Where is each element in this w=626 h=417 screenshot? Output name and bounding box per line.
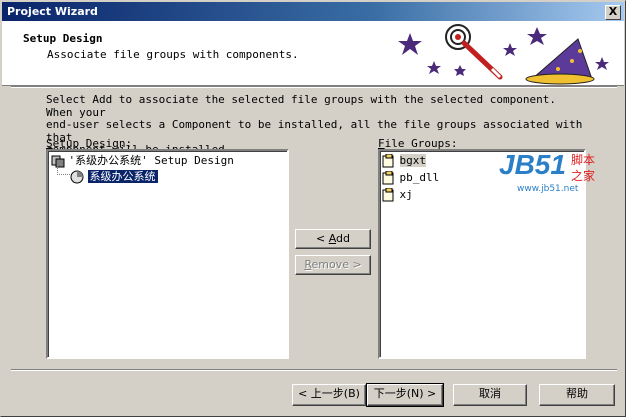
tree-root-item[interactable]: '系级办公系统' Setup Design	[51, 153, 234, 168]
setup-design-tree[interactable]: '系级办公系统' Setup Design 系级办公系统	[46, 149, 289, 359]
next-button[interactable]: 下一步(N) >	[366, 383, 444, 407]
add-button[interactable]: < Add	[295, 229, 371, 249]
cancel-button[interactable]: 取消	[453, 384, 527, 406]
page-subtitle: Associate file groups with components.	[47, 48, 299, 61]
project-wizard-window: Project Wizard X Setup Design Associate …	[0, 0, 626, 417]
page-title: Setup Design	[23, 32, 103, 45]
star-icon	[527, 27, 547, 45]
tree-connector	[57, 166, 70, 175]
file-group-item[interactable]: bgxt	[382, 153, 426, 168]
tree-component-label: 系级办公系统	[87, 170, 158, 183]
wizard-hat-art	[398, 24, 609, 85]
watermark-cn-bottom: 之家	[571, 169, 596, 183]
help-button[interactable]: 帮助	[539, 384, 615, 406]
tree-component-item[interactable]: 系级办公系统	[70, 169, 158, 184]
file-group-icon	[382, 171, 394, 185]
close-icon: X	[608, 5, 618, 18]
remove-button[interactable]: Remove >	[295, 255, 371, 275]
separator	[11, 86, 617, 88]
component-icon	[70, 170, 84, 184]
star-icon	[595, 57, 609, 70]
window-title: Project Wizard	[7, 5, 98, 18]
watermark-url: www.jb51.net	[517, 184, 579, 194]
file-group-item[interactable]: xj	[382, 187, 413, 202]
star-icon	[503, 43, 517, 56]
file-group-icon	[382, 188, 394, 202]
watermark-logo: JB51 脚本 之家 www.jb51.net	[499, 149, 609, 197]
file-group-icon	[382, 154, 394, 168]
instructions-line: Select Add to associate the selected fil…	[46, 93, 556, 119]
star-icon	[398, 33, 422, 55]
wizard-header: Setup Design Associate file groups with …	[2, 21, 624, 86]
separator	[11, 369, 617, 371]
watermark-brand: JB51	[499, 149, 566, 180]
file-group-label: pb_dll	[399, 171, 440, 184]
file-group-item[interactable]: pb_dll	[382, 170, 439, 185]
title-bar[interactable]: Project Wizard X	[2, 2, 624, 21]
file-group-label: xj	[399, 188, 413, 201]
tree-root-label: '系级办公系统' Setup Design	[68, 154, 234, 167]
file-group-label: bgxt	[399, 154, 426, 167]
star-icon	[427, 61, 441, 74]
star-icon	[454, 65, 466, 76]
back-button[interactable]: < 上一步(B)	[292, 384, 366, 406]
close-button[interactable]: X	[605, 5, 621, 20]
watermark-cn-top: 脚本	[571, 153, 596, 167]
